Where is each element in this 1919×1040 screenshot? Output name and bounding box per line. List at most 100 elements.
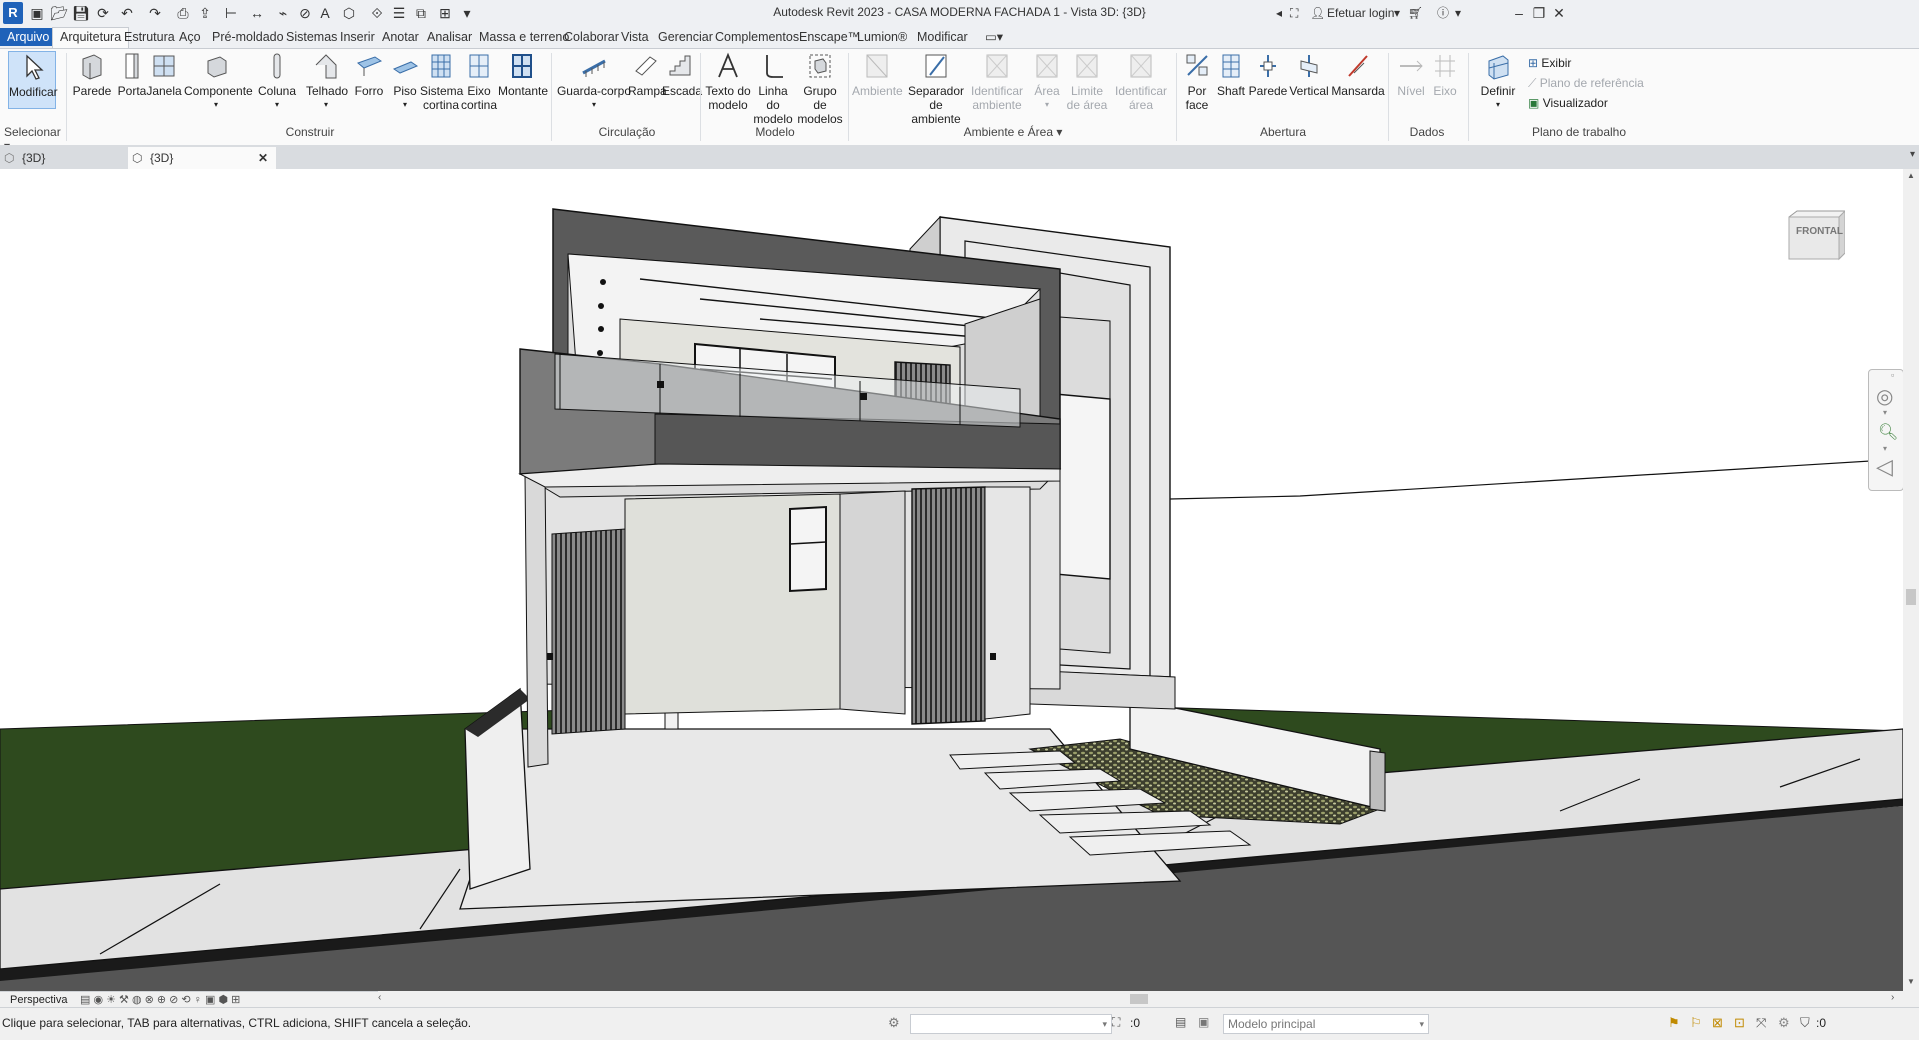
visual-style-icons[interactable]: ▤ ◉ ☀ ⚒ ◍ ⊗ ⊕ ⊘ ⟲ ♀ ▣ ⬢ ⊞ [80, 992, 240, 1008]
wall-button[interactable]: Parede [72, 51, 112, 98]
wall-opening-button[interactable]: Parede [1248, 51, 1288, 98]
show-work-plane-button[interactable]: ⊞ Exibir [1528, 55, 1571, 71]
tag-area-button[interactable]: Identificar área [1110, 51, 1172, 112]
room-area-panel-title[interactable]: Ambiente e Área ▾ [852, 125, 1174, 139]
modify-button[interactable]: Modificar [8, 51, 58, 109]
floor-dropdown-icon[interactable]: ▾ [388, 98, 422, 112]
tag-room-button[interactable]: Identificar ambiente [966, 51, 1028, 112]
scroll-left-icon[interactable]: ‹ [378, 992, 381, 1003]
reference-plane-button[interactable]: ⟋ Plano de referência [1528, 75, 1644, 91]
viewer-button[interactable]: ▣ Visualizador [1528, 95, 1608, 111]
curtain-grid-button[interactable]: Eixo cortina [460, 51, 498, 112]
select-pinned-icon[interactable]: ⊠ [1712, 1015, 1723, 1031]
column-dropdown-icon[interactable]: ▾ [258, 98, 296, 112]
drag-elements-icon[interactable]: ⤧ [1756, 1015, 1766, 1031]
view-tab-3d-active[interactable]: ⬡ {3D} ✕ [128, 147, 276, 169]
select-links-icon[interactable]: ⚑ [1668, 1015, 1680, 1031]
vertical-scrollbar[interactable]: ▲ ▼ [1903, 169, 1919, 991]
area-button[interactable]: Área ▾ [1030, 51, 1064, 112]
wall-opening-icon [1260, 55, 1276, 77]
model-group-button[interactable]: Grupo de modelos [796, 51, 844, 126]
tab-lumion[interactable]: Lumion® [850, 28, 914, 46]
floor-button[interactable]: Piso ▾ [388, 51, 422, 112]
tab-analyze[interactable]: Analisar [420, 28, 479, 46]
area-dropdown-icon[interactable]: ▾ [1030, 98, 1064, 112]
tab-view[interactable]: Vista [614, 28, 656, 46]
window-button[interactable]: Janela [146, 51, 182, 98]
binoculars-icon[interactable]: ⛶ [1290, 4, 1298, 22]
tower-window [1054, 393, 1111, 580]
design-options-icon[interactable]: ▤ [1175, 1015, 1186, 1029]
select-underlay-icon[interactable]: ⚐ [1690, 1015, 1702, 1031]
stair-button[interactable]: Escada [662, 51, 702, 98]
roof-dropdown-icon[interactable]: ▾ [306, 98, 346, 112]
editable-only-icon[interactable]: ⛶ [1112, 1015, 1120, 1030]
set-work-plane-dropdown-icon[interactable]: ▾ [1474, 98, 1522, 112]
nav-bar-close-icon[interactable]: ▫ [1891, 370, 1894, 380]
set-work-plane-button[interactable]: Definir ▾ [1474, 51, 1522, 112]
scroll-right-icon[interactable]: › [1891, 992, 1894, 1003]
search-arrow-icon[interactable]: ◂ [1276, 4, 1282, 22]
help-icon[interactable]: ⓘ [1437, 4, 1449, 22]
level-button[interactable]: Nível [1394, 51, 1428, 98]
roof-button[interactable]: Telhado ▾ [306, 51, 348, 112]
view-mode-label[interactable]: Perspectiva [10, 992, 67, 1008]
horizontal-scrollbar[interactable]: ‹ › [378, 991, 1903, 1007]
background-processes-icon[interactable]: ⚙ [1778, 1015, 1790, 1031]
zoom-dropdown-icon[interactable]: ▾ [1883, 444, 1887, 453]
tab-file[interactable]: Arquivo [0, 28, 57, 46]
help-dropdown-icon[interactable]: ▾ [1455, 4, 1461, 22]
room-separator-button[interactable]: Separador de ambiente [904, 51, 968, 126]
by-face-button[interactable]: Por face [1180, 51, 1214, 112]
component-button[interactable]: Componente ▾ [184, 51, 253, 112]
dormer-button[interactable]: Mansarda [1330, 51, 1386, 98]
ramp-button[interactable]: Rampa [628, 51, 667, 98]
design-option-dropdown-icon[interactable]: ▾ [1419, 1015, 1424, 1033]
workset-combo[interactable]: ▾ [910, 1014, 1112, 1034]
ceiling-button[interactable]: Forro [352, 51, 386, 98]
door-button[interactable]: Porta [116, 51, 148, 98]
horizontal-scroll-thumb[interactable] [1130, 994, 1148, 1004]
shaft-button[interactable]: Shaft [1214, 51, 1248, 98]
vertical-scroll-thumb[interactable] [1906, 589, 1916, 605]
view-tab-3d-inactive[interactable]: ⬡ {3D} [0, 147, 132, 169]
component-dropdown-icon[interactable]: ▾ [184, 98, 248, 112]
close-button[interactable]: ✕ [1547, 2, 1571, 24]
area-boundary-button[interactable]: Limite de área [1064, 51, 1110, 112]
steering-wheel-icon[interactable]: ◎ [1876, 384, 1893, 409]
design-option-combo[interactable]: Modelo principal ▾ [1223, 1014, 1429, 1034]
viewcube[interactable]: FRONTAL [1783, 209, 1846, 261]
drawing-area[interactable]: FRONTAL ▫ ◎ ▾ 🔍︎ ▾ ◁ [0, 169, 1903, 991]
cart-icon[interactable]: 🛒︎ [1408, 4, 1423, 22]
scroll-up-icon[interactable]: ▲ [1907, 171, 1915, 180]
railing-dropdown-icon[interactable]: ▾ [556, 98, 632, 112]
scroll-down-icon[interactable]: ▼ [1907, 977, 1915, 986]
room-button[interactable]: Ambiente [852, 51, 903, 98]
filter-icon[interactable]: ⛉ [1800, 1015, 1810, 1031]
steering-dropdown-icon[interactable]: ▾ [1883, 408, 1887, 417]
workset-dropdown-icon[interactable]: ▾ [1102, 1015, 1107, 1033]
zoom-region-icon[interactable]: 🔍︎ [1878, 422, 1898, 442]
tab-steel[interactable]: Aço [172, 28, 208, 46]
exclude-options-icon[interactable]: ▣ [1198, 1015, 1209, 1029]
vertical-opening-button[interactable]: Vertical [1288, 51, 1330, 98]
model-text-button[interactable]: Texto do modelo [704, 51, 752, 112]
user-icon[interactable]: 👤︎ [1310, 4, 1325, 22]
model-line-button[interactable]: Linha do modelo [750, 51, 796, 126]
tab-list-dropdown-icon[interactable]: ▾ [1910, 149, 1915, 160]
close-tab-icon[interactable]: ✕ [258, 147, 268, 169]
select-by-face-icon[interactable]: ⊡ [1734, 1015, 1745, 1031]
railing-button[interactable]: Guarda-corpo ▾ [556, 51, 632, 112]
tab-modify[interactable]: Modificar [910, 28, 975, 46]
sign-in-dropdown-icon[interactable]: ▾ [1394, 4, 1400, 22]
mullion-button[interactable]: Montante [498, 51, 548, 98]
curtain-system-button[interactable]: Sistema cortina [420, 51, 463, 112]
sign-in-link[interactable]: Efetuar login [1327, 4, 1394, 22]
tab-precast[interactable]: Pré-moldado [205, 28, 291, 46]
navigate-icon[interactable]: ◁ [1876, 454, 1893, 480]
worksets-icon[interactable]: ⚙ [888, 1015, 900, 1031]
grid-button[interactable]: Eixo [1428, 51, 1462, 98]
column-button[interactable]: Coluna ▾ [258, 51, 296, 112]
ribbon-display-toggle-icon[interactable]: ▭▾ [978, 28, 1010, 46]
tab-annotate[interactable]: Anotar [375, 28, 426, 46]
